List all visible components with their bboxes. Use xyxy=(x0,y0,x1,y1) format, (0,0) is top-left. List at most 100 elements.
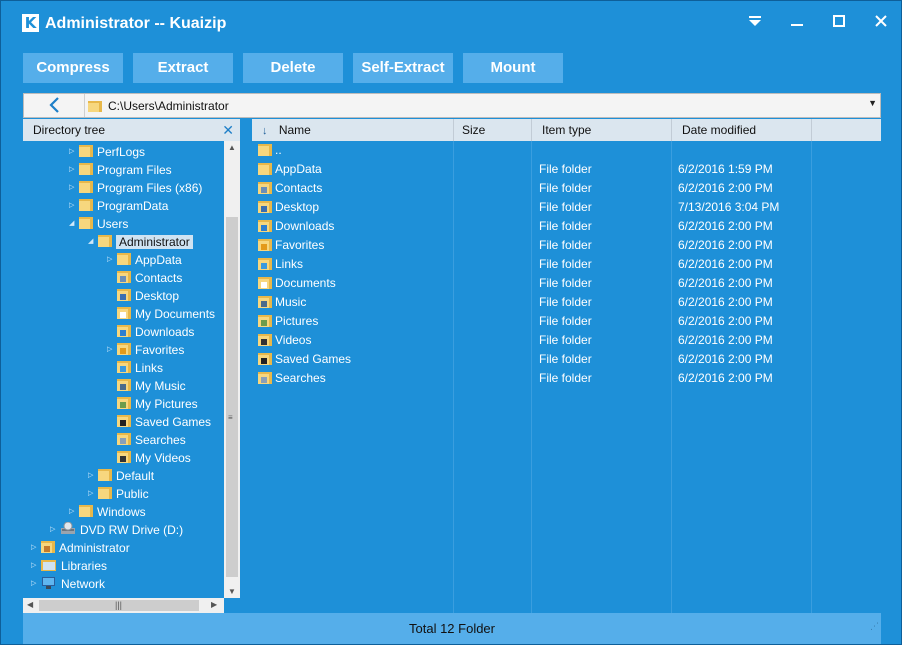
column-size-header[interactable]: Size xyxy=(454,119,532,141)
tree-item[interactable]: ▷ Program Files (x86) xyxy=(69,179,202,197)
expand-toggle-icon[interactable]: ▷ xyxy=(31,557,41,575)
file-row[interactable]: Links File folder 6/2/2016 2:00 PM xyxy=(252,255,881,274)
tree-item[interactable]: My Documents xyxy=(107,305,215,323)
address-separator xyxy=(84,94,85,117)
tree-item[interactable]: ▷ Windows xyxy=(69,503,146,521)
expand-toggle-icon[interactable]: ▷ xyxy=(88,467,98,485)
file-row[interactable]: Music File folder 6/2/2016 2:00 PM xyxy=(252,293,881,312)
maximize-button[interactable] xyxy=(825,11,853,35)
tree-item[interactable]: ▷ AppData xyxy=(107,251,182,269)
expand-toggle-icon[interactable]: ▷ xyxy=(69,179,79,197)
expand-toggle-icon[interactable]: ▷ xyxy=(69,197,79,215)
column-type-header[interactable]: Item type xyxy=(532,119,672,141)
menu-dropdown-icon[interactable] xyxy=(741,11,769,35)
delete-button[interactable]: Delete xyxy=(243,53,343,83)
tree-item[interactable]: Contacts xyxy=(107,269,182,287)
file-row[interactable]: Downloads File folder 6/2/2016 2:00 PM xyxy=(252,217,881,236)
file-list-panel: ↓ Name Size Item type Date modified .. Ap… xyxy=(252,119,881,613)
file-name: Pictures xyxy=(275,314,319,328)
tree-horizontal-scrollbar[interactable]: ◀ ||| ▶ xyxy=(23,598,224,613)
tree-item[interactable]: ▷ Network xyxy=(31,575,105,593)
expand-toggle-icon[interactable]: ◢ xyxy=(88,233,98,251)
column-name-label: Name xyxy=(278,123,311,137)
mount-button[interactable]: Mount xyxy=(463,53,563,83)
file-name: Documents xyxy=(275,276,336,290)
tree-item[interactable]: ▷ ProgramData xyxy=(69,197,168,215)
tree-item[interactable]: My Music xyxy=(107,377,186,395)
self-extract-button[interactable]: Self-Extract xyxy=(353,53,453,83)
file-date: 6/2/2016 2:00 PM xyxy=(678,257,773,271)
expand-toggle-icon[interactable]: ▷ xyxy=(88,485,98,503)
tree-item[interactable]: Searches xyxy=(107,431,186,449)
close-tree-icon[interactable]: ✕ xyxy=(222,119,234,141)
expand-toggle-icon[interactable]: ▷ xyxy=(50,521,60,539)
expand-toggle-icon[interactable]: ◢ xyxy=(69,215,79,233)
address-path[interactable]: C:\Users\Administrator xyxy=(108,99,229,113)
compress-button[interactable]: Compress xyxy=(23,53,123,83)
scroll-right-icon[interactable]: ▶ xyxy=(211,600,217,609)
scroll-left-icon[interactable]: ◀ xyxy=(27,600,33,609)
tree-item[interactable]: ▷ Administrator xyxy=(31,539,130,557)
file-row[interactable]: Searches File folder 6/2/2016 2:00 PM xyxy=(252,369,881,388)
file-row[interactable]: Contacts File folder 6/2/2016 2:00 PM xyxy=(252,179,881,198)
expand-toggle-icon[interactable]: ▷ xyxy=(31,539,41,557)
file-date: 6/2/2016 2:00 PM xyxy=(678,314,773,328)
scroll-up-icon[interactable]: ▲ xyxy=(228,143,236,152)
tree-item[interactable]: ▷ PerfLogs xyxy=(69,143,145,161)
tree-item[interactable]: ▷ DVD RW Drive (D:) xyxy=(50,521,183,539)
tree-item-label: Network xyxy=(61,577,106,591)
address-bar[interactable]: C:\Users\Administrator ▼ xyxy=(23,93,881,118)
directory-tree-header: Directory tree ✕ xyxy=(23,119,240,141)
file-row[interactable]: AppData File folder 6/2/2016 1:59 PM xyxy=(252,160,881,179)
tree-scroll-thumb[interactable] xyxy=(226,217,238,577)
tree-item[interactable]: My Videos xyxy=(107,449,191,467)
directory-tree-title: Directory tree xyxy=(33,123,106,137)
tree-item-label: Administrator xyxy=(59,541,130,555)
tree-item[interactable]: ▷ Program Files xyxy=(69,161,172,179)
close-button[interactable] xyxy=(867,11,895,35)
tree-item[interactable]: Downloads xyxy=(107,323,194,341)
tree-item[interactable]: Desktop xyxy=(107,287,179,305)
tree-item[interactable]: Saved Games xyxy=(107,413,211,431)
address-dropdown-icon[interactable]: ▼ xyxy=(868,98,877,108)
tree-item[interactable]: ◢ Users xyxy=(69,215,128,233)
file-row[interactable]: .. xyxy=(252,141,881,160)
back-arrow-icon[interactable] xyxy=(24,94,84,117)
column-name-header[interactable]: ↓ Name xyxy=(252,119,454,141)
expand-toggle-icon[interactable]: ▷ xyxy=(69,503,79,521)
minimize-button[interactable] xyxy=(783,11,811,35)
tree-item[interactable]: Links xyxy=(107,359,163,377)
tree-item-label: Desktop xyxy=(135,289,180,303)
title-bar: K Administrator -- Kuaizip xyxy=(1,1,901,45)
file-name: AppData xyxy=(275,162,322,176)
tree-item[interactable]: ▷ Libraries xyxy=(31,557,107,575)
expand-toggle-icon[interactable]: ▷ xyxy=(69,161,79,179)
expand-toggle-icon[interactable]: ▷ xyxy=(31,575,41,593)
tree-item[interactable]: ▷ Favorites xyxy=(107,341,184,359)
tree-item[interactable]: My Pictures xyxy=(107,395,198,413)
file-row[interactable]: Desktop File folder 7/13/2016 3:04 PM xyxy=(252,198,881,217)
file-row[interactable]: Documents File folder 6/2/2016 2:00 PM xyxy=(252,274,881,293)
file-type: File folder xyxy=(539,295,592,309)
tree-vertical-scrollbar[interactable]: ▲ ≡ ▼ xyxy=(224,141,240,598)
expand-toggle-icon[interactable]: ▷ xyxy=(107,341,117,359)
resize-grip-icon[interactable]: ⋰ xyxy=(870,611,879,642)
tree-item-label: AppData xyxy=(135,253,182,267)
file-row[interactable]: Saved Games File folder 6/2/2016 2:00 PM xyxy=(252,350,881,369)
file-row[interactable]: Videos File folder 6/2/2016 2:00 PM xyxy=(252,331,881,350)
extract-button[interactable]: Extract xyxy=(133,53,233,83)
expand-toggle-icon[interactable]: ▷ xyxy=(69,143,79,161)
tree-item[interactable]: ▷ Default xyxy=(88,467,154,485)
file-name: Contacts xyxy=(275,181,323,195)
tree-item[interactable]: ▷ Public xyxy=(88,485,149,503)
tree-item[interactable]: ◢ Administrator xyxy=(88,233,193,251)
file-row[interactable]: Pictures File folder 6/2/2016 2:00 PM xyxy=(252,312,881,331)
file-row[interactable]: Favorites File folder 6/2/2016 2:00 PM xyxy=(252,236,881,255)
file-date: 6/2/2016 2:00 PM xyxy=(678,181,773,195)
status-bar: Total 12 Folder ⋰ xyxy=(23,613,881,644)
column-date-header[interactable]: Date modified xyxy=(672,119,812,141)
expand-toggle-icon[interactable]: ▷ xyxy=(107,251,117,269)
tree-item-label: Favorites xyxy=(135,343,185,357)
tree-item-label: PerfLogs xyxy=(97,145,146,159)
scroll-down-icon[interactable]: ▼ xyxy=(228,587,236,596)
